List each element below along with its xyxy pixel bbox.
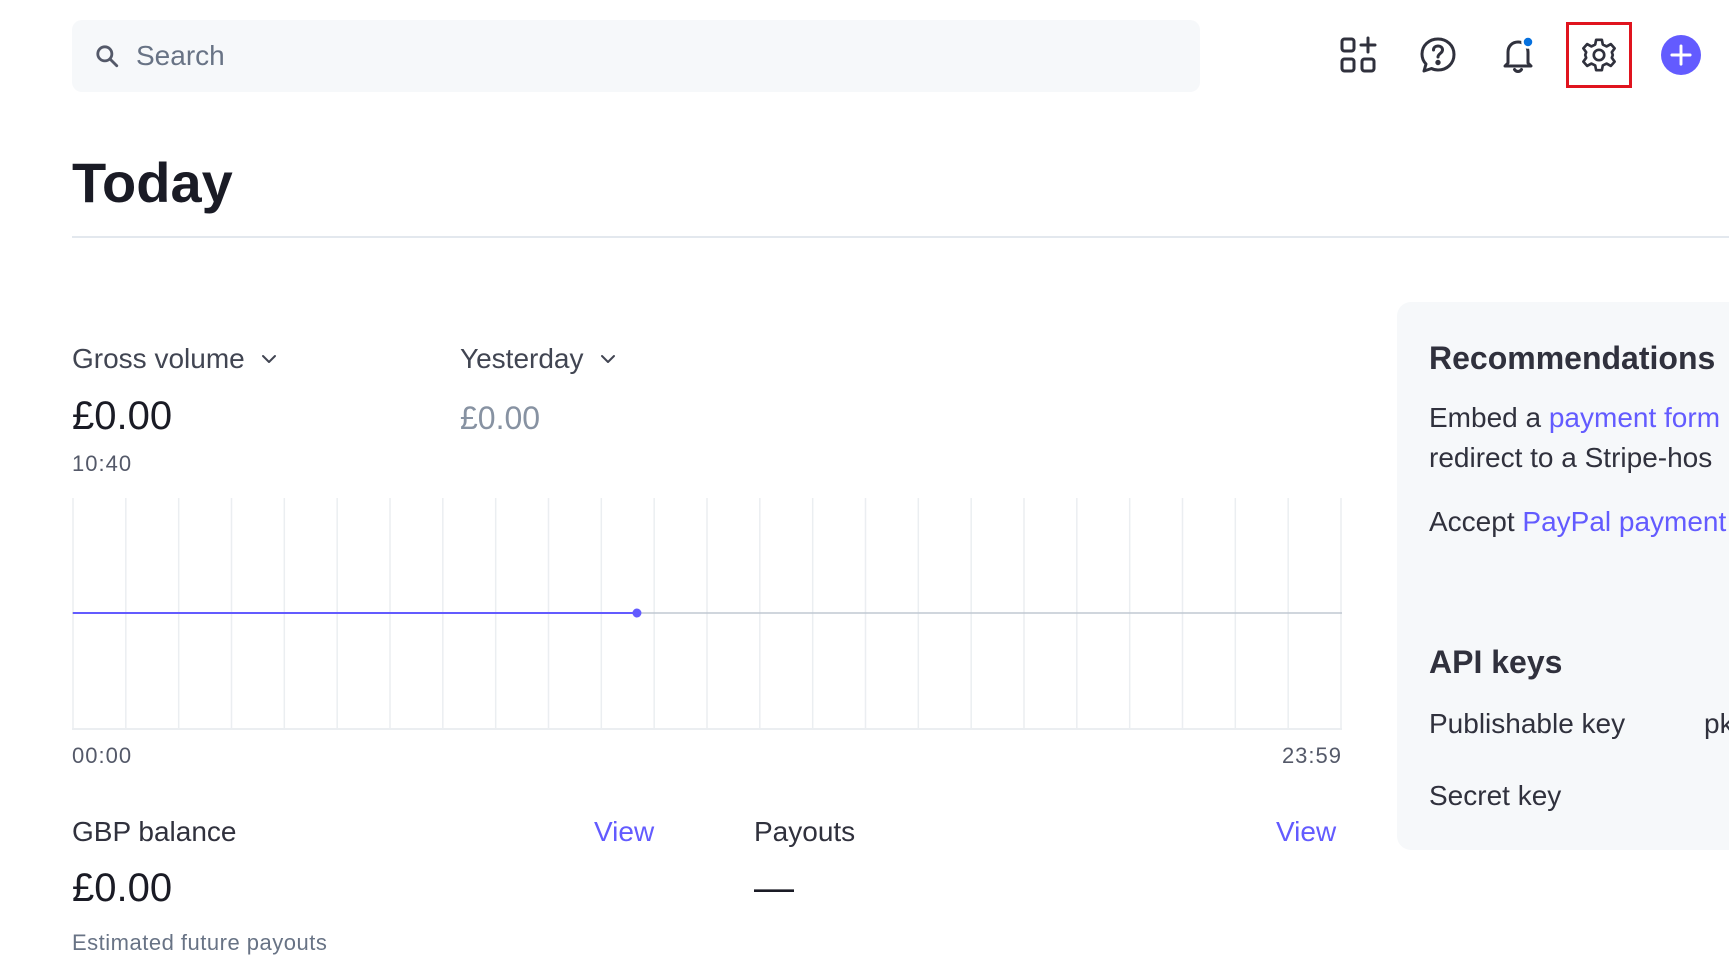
publishable-key-value[interactable]: pk xyxy=(1704,704,1729,744)
notifications-button[interactable] xyxy=(1496,33,1540,77)
gbp-balance-view-link[interactable]: View xyxy=(594,816,654,848)
gross-volume-label: Gross volume xyxy=(72,343,245,374)
page-title: Today xyxy=(72,151,233,214)
settings-button[interactable] xyxy=(1566,22,1632,88)
recommendation-item-paypal: Accept PayPal payment xyxy=(1429,506,1727,537)
compare-period-selector[interactable]: Yesterday xyxy=(460,343,618,375)
payment-form-link[interactable]: payment form xyxy=(1549,402,1720,433)
recommendation-item-embed: Embed a payment form xyxy=(1429,402,1721,433)
chevron-down-icon xyxy=(600,355,615,363)
gbp-balance-value: £0.00 xyxy=(72,866,173,910)
search-placeholder: Search xyxy=(136,40,225,71)
add-app-icon xyxy=(1340,36,1377,73)
chart-current-point xyxy=(632,608,642,618)
publishable-key-label: Publishable key xyxy=(1429,708,1626,739)
create-plus-icon xyxy=(1670,44,1692,66)
settings-gear-icon xyxy=(1581,38,1617,72)
secret-key-label: Secret key xyxy=(1429,780,1562,811)
recommendations-title: Recommendations xyxy=(1429,340,1716,376)
title-divider xyxy=(72,236,1729,238)
payouts-view-link[interactable]: View xyxy=(1276,816,1336,848)
add-app-button[interactable] xyxy=(1336,33,1380,77)
recommendations-panel: Recommendations Embed a payment form red… xyxy=(1397,302,1729,850)
chart-x-start-label: 00:00 xyxy=(72,743,133,768)
api-keys-title: API keys xyxy=(1429,644,1563,680)
create-button[interactable] xyxy=(1661,35,1701,75)
gbp-balance-subtitle: Estimated future payouts xyxy=(72,930,328,955)
payouts-label: Payouts xyxy=(754,816,856,847)
gbp-balance-label: GBP balance xyxy=(72,816,237,847)
help-icon xyxy=(1420,37,1456,73)
gross-volume-selector[interactable]: Gross volume xyxy=(72,343,279,375)
notification-bell-icon xyxy=(1503,35,1535,73)
search-icon xyxy=(96,45,119,68)
compare-period-value: £0.00 xyxy=(460,400,541,436)
recommendation-item-embed-line2: redirect to a Stripe-hos xyxy=(1429,442,1713,473)
gross-volume-time: 10:40 xyxy=(72,451,133,476)
chevron-down-icon xyxy=(261,355,276,363)
chart-x-end-label: 23:59 xyxy=(1281,743,1342,768)
gross-volume-chart xyxy=(72,498,1342,730)
paypal-payments-link[interactable]: PayPal payment xyxy=(1522,506,1726,537)
compare-period-label: Yesterday xyxy=(460,343,584,374)
payouts-value: — xyxy=(754,866,794,910)
gross-volume-value: £0.00 xyxy=(72,394,173,438)
help-button[interactable] xyxy=(1416,33,1460,77)
search-input[interactable]: Search xyxy=(72,20,1200,92)
